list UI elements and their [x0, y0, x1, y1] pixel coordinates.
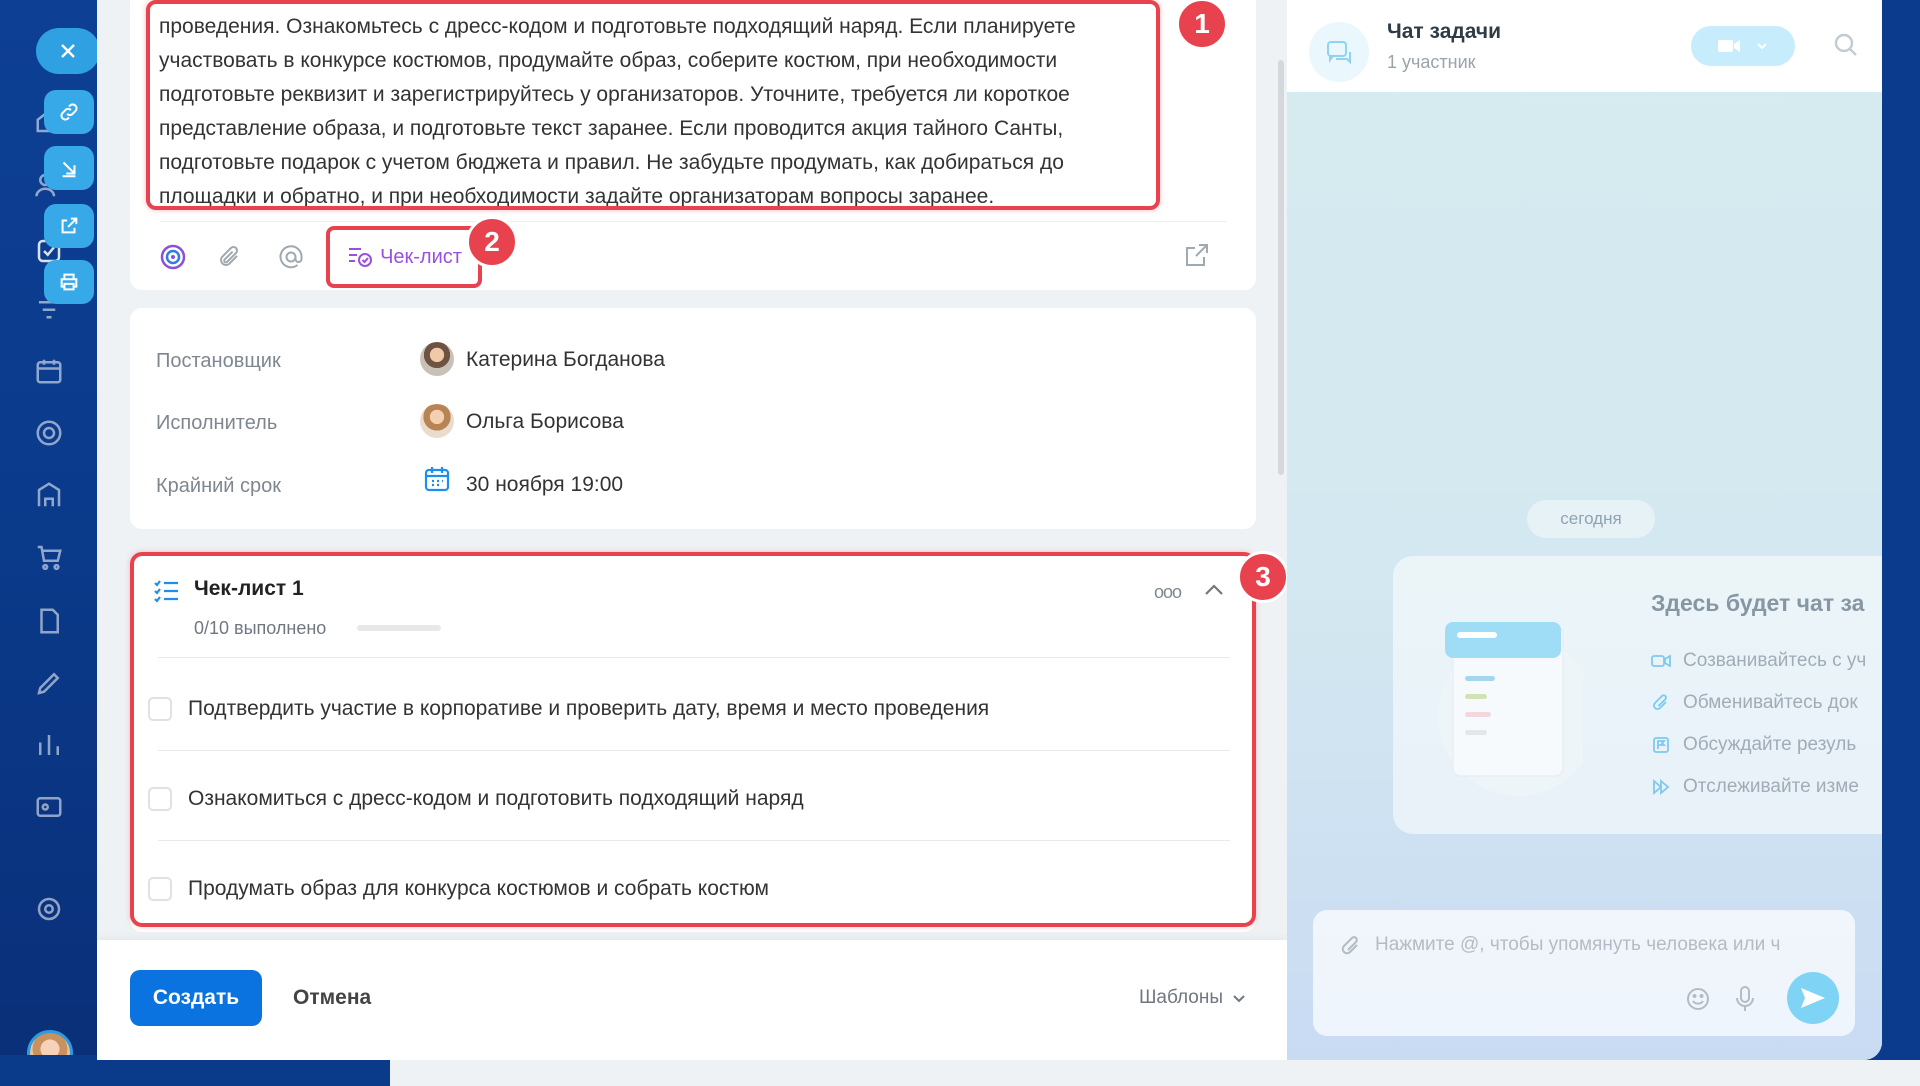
- assignee-avatar[interactable]: [420, 404, 454, 438]
- chat-header: Чат задачи 1 участник: [1287, 0, 1882, 92]
- feature-changes: Отслеживайте изме: [1651, 776, 1859, 798]
- flag-icon: [1653, 737, 1669, 753]
- assignee-name[interactable]: Ольга Борисова: [466, 410, 624, 434]
- description-highlight: [146, 0, 1160, 210]
- feature-call: Созванивайтесь с уч: [1651, 650, 1866, 672]
- mention-icon[interactable]: [276, 242, 306, 272]
- open-new-window-button[interactable]: [44, 204, 94, 248]
- creator-name[interactable]: Катерина Богданова: [466, 348, 665, 372]
- send-icon: [1801, 988, 1825, 1008]
- id-card-icon: [34, 792, 64, 822]
- chat-message-input[interactable]: Нажмите @, чтобы упомянуть человека или …: [1313, 910, 1855, 1036]
- templates-label: Шаблоны: [1138, 987, 1223, 1008]
- add-checklist-button[interactable]: Чек-лист: [326, 226, 482, 288]
- attach-icon[interactable]: [216, 242, 246, 272]
- building-icon: [34, 480, 64, 510]
- chat-illustration-icon: [1438, 622, 1583, 796]
- feature-label: Обменивайтесь док: [1683, 692, 1858, 713]
- chat-empty-state: Здесь будет чат за Созванивайтесь с уч О…: [1393, 556, 1882, 834]
- task-participants-card: Постановщик Катерина Богданова Исполните…: [130, 308, 1256, 529]
- chat-icon: [1309, 22, 1369, 82]
- scrollbar[interactable]: [1278, 60, 1284, 475]
- form-footer: Создать Отмена Шаблоны: [97, 940, 1287, 1060]
- chat-input-placeholder: Нажмите @, чтобы упомянуть человека или …: [1375, 934, 1781, 955]
- video-call-button[interactable]: [1691, 26, 1795, 66]
- search-icon[interactable]: [1833, 32, 1859, 58]
- feature-label: Созванивайтесь с уч: [1683, 650, 1867, 671]
- checklist-button-label: Чек-лист: [380, 245, 462, 268]
- deadline-label: Крайний срок: [156, 475, 282, 497]
- expand-editor-icon[interactable]: [1182, 240, 1212, 270]
- chevron-down-icon: [1757, 43, 1767, 50]
- attach-icon[interactable]: [1339, 934, 1363, 958]
- calendar-nav-icon: [34, 356, 64, 386]
- date-divider: сегодня: [1527, 500, 1655, 538]
- minimize-button[interactable]: [44, 146, 94, 190]
- copilot-icon[interactable]: [158, 242, 188, 272]
- settings-icon: [34, 894, 64, 924]
- feature-label: Обсуждайте резуль: [1683, 734, 1857, 755]
- cancel-button[interactable]: Отмена: [293, 970, 371, 1026]
- attach-icon: [1653, 694, 1667, 710]
- send-button[interactable]: [1787, 972, 1839, 1024]
- task-form: проведения. Ознакомьтесь с дресс-кодом и…: [97, 0, 1289, 1060]
- task-create-slider: проведения. Ознакомьтесь с дресс-кодом и…: [97, 0, 1882, 1060]
- task-chat-panel: Чат задачи 1 участник сегодня Здесь буде…: [1287, 0, 1882, 1060]
- analytics-icon: [34, 730, 64, 760]
- deadline-value[interactable]: 30 ноября 19:00: [466, 473, 623, 497]
- assignee-label: Исполнитель: [156, 412, 278, 434]
- create-button[interactable]: Создать: [130, 970, 262, 1026]
- printer-icon: [60, 273, 78, 291]
- print-button[interactable]: [44, 260, 94, 304]
- feature-files: Обменивайтесь док: [1651, 692, 1858, 714]
- annotation-badge-2: 2: [466, 216, 518, 268]
- creator-avatar[interactable]: [420, 342, 454, 376]
- description-card: проведения. Ознакомьтесь с дресс-кодом и…: [130, 0, 1256, 290]
- close-slider-button[interactable]: [36, 28, 100, 74]
- microphone-icon[interactable]: [1733, 984, 1757, 1014]
- checklist-card: Чек-лист 1 0/10 выполнено ooo Подтвердит…: [130, 552, 1256, 932]
- chevron-down-icon: [1233, 995, 1245, 1003]
- pen-icon: [34, 668, 64, 698]
- close-icon: [61, 44, 75, 58]
- video-camera-icon: [1718, 40, 1740, 52]
- chat-subtitle: 1 участник: [1387, 52, 1476, 72]
- cart-icon: [34, 542, 64, 572]
- arrow-down-right-icon: [62, 161, 76, 178]
- fast-forward-icon: [1653, 779, 1670, 795]
- chat-title: Чат задачи: [1387, 20, 1501, 43]
- emoji-icon[interactable]: [1685, 986, 1711, 1012]
- external-link-icon: [61, 217, 78, 234]
- feature-label: Отслеживайте изме: [1683, 776, 1859, 797]
- creator-label: Постановщик: [156, 350, 281, 372]
- target-icon: [34, 418, 64, 448]
- annotation-badge-1: 1: [1176, 0, 1228, 50]
- video-camera-icon: [1651, 654, 1671, 668]
- document-icon: [34, 606, 64, 636]
- link-icon: [60, 103, 78, 121]
- annotation-badge-3: 3: [1237, 551, 1289, 603]
- feature-results: Обсуждайте резуль: [1651, 734, 1856, 756]
- copy-link-button[interactable]: [44, 90, 94, 134]
- checklist-highlight: [130, 552, 1256, 927]
- divider: [160, 221, 1226, 222]
- empty-state-title: Здесь будет чат за: [1651, 590, 1865, 616]
- calendar-icon[interactable]: [422, 464, 452, 494]
- templates-dropdown[interactable]: Шаблоны: [1139, 970, 1247, 1026]
- checklist-icon: [349, 248, 373, 267]
